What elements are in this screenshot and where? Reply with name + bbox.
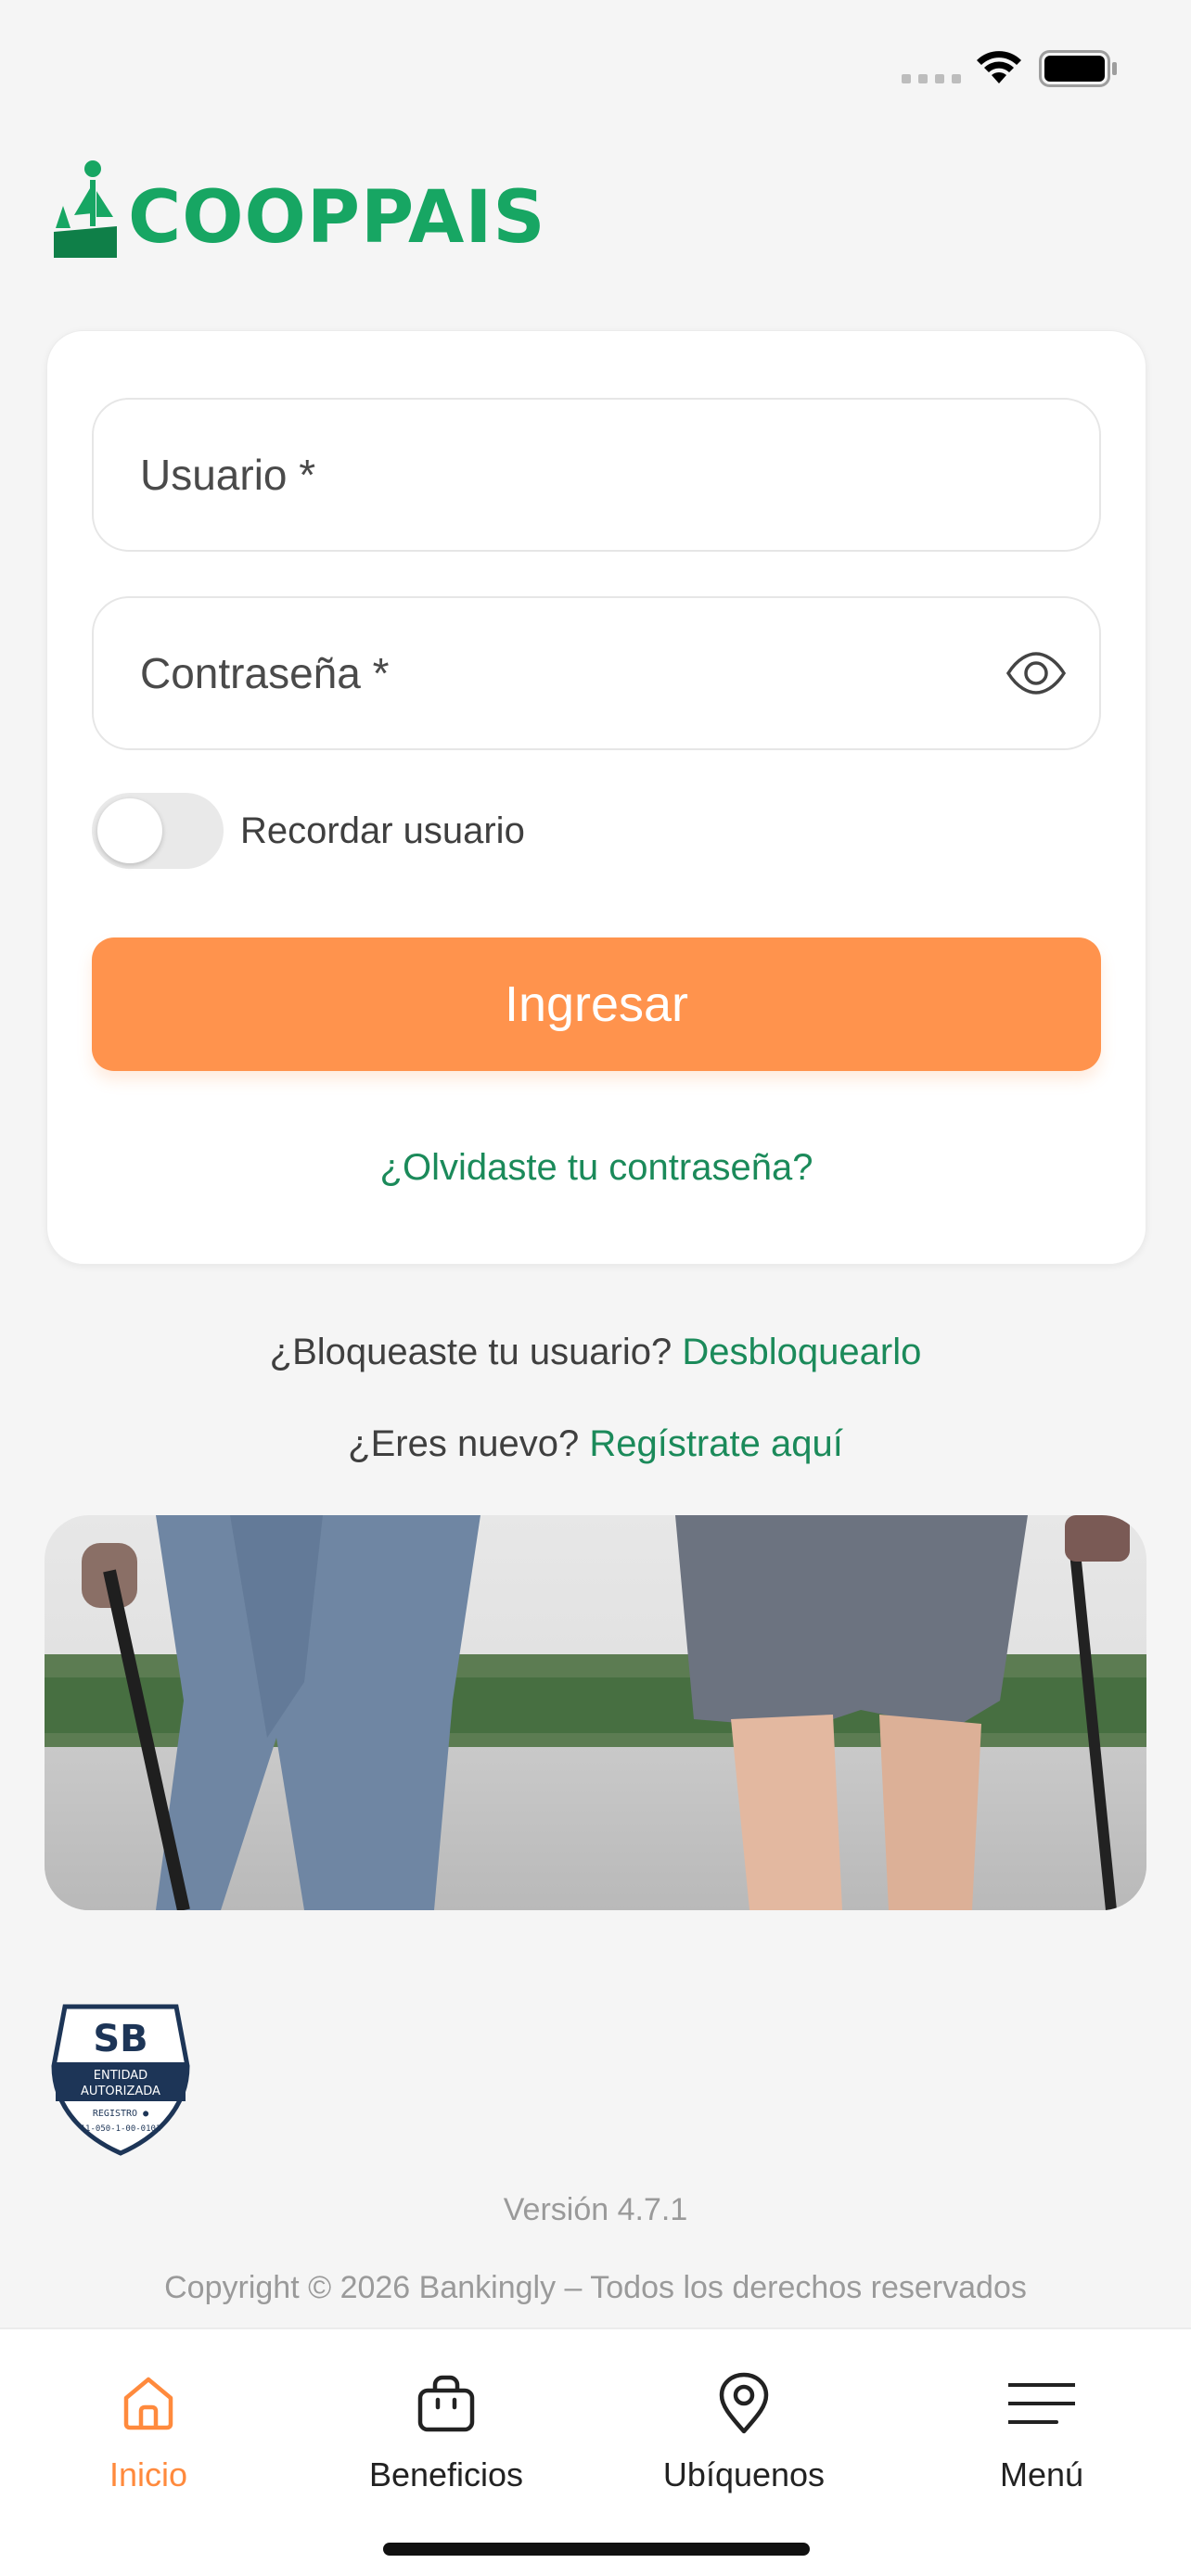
nav-label-beneficios: Beneficios: [368, 2455, 524, 2493]
remember-user-toggle[interactable]: [92, 793, 224, 869]
status-bar: [0, 0, 1191, 139]
login-button[interactable]: Ingresar: [92, 937, 1101, 1071]
remember-user-label: Recordar usuario: [240, 810, 525, 851]
nav-label-ubiquenos: Ubíquenos: [662, 2455, 826, 2493]
badge-line2: AUTORIZADA: [81, 2085, 160, 2098]
brand-logo: COOPPAIS: [54, 159, 546, 260]
nav-label-inicio: Inicio: [109, 2455, 188, 2493]
bottom-navigation: Inicio Beneficios Ubíquenos Menú: [0, 2327, 1191, 2576]
home-icon: [123, 2377, 173, 2430]
remember-user-row: Recordar usuario: [92, 793, 525, 869]
password-label: Contraseña *: [140, 649, 390, 697]
brand-name: COOPPAIS: [128, 176, 546, 260]
bag-icon: [417, 2375, 475, 2432]
sb-authorized-entity-badge: SB ENTIDAD AUTORIZADA REGISTRO ● 11-050-…: [51, 2004, 190, 2156]
badge-title: SB: [93, 2018, 147, 2060]
unlock-user-row: ¿Bloqueaste tu usuario? Desbloquearlo: [0, 1332, 1191, 1373]
password-field[interactable]: Contraseña *: [92, 596, 1101, 750]
badge-line4: 11-050-1-00-0101: [81, 2124, 161, 2134]
username-label: Usuario *: [140, 451, 316, 499]
register-prompt: ¿Eres nuevo?: [348, 1423, 580, 1464]
username-field[interactable]: Usuario *: [92, 398, 1101, 552]
nav-item-inicio[interactable]: Inicio: [0, 2370, 297, 2494]
location-pin-icon: [719, 2372, 769, 2434]
nav-item-beneficios[interactable]: Beneficios: [298, 2370, 595, 2494]
register-row: ¿Eres nuevo? Regístrate aquí: [0, 1423, 1191, 1465]
nav-label-menu: Menú: [999, 2455, 1084, 2493]
nav-item-menu[interactable]: Menú: [893, 2370, 1190, 2494]
login-screen: COOPPAIS Usuario * Contraseña * Recordar…: [0, 0, 1191, 2576]
unlock-link[interactable]: Desbloquearlo: [682, 1332, 921, 1372]
show-password-eye-icon[interactable]: [1005, 651, 1068, 695]
nav-item-ubiquenos[interactable]: Ubíquenos: [596, 2370, 892, 2494]
promo-banner-image[interactable]: [45, 1515, 1146, 1910]
login-card: Usuario * Contraseña * Recordar usuario …: [46, 330, 1146, 1265]
unlock-prompt: ¿Bloqueaste tu usuario?: [269, 1332, 672, 1372]
wifi-icon: [977, 51, 1021, 83]
app-version: Versión 4.7.1: [503, 2192, 688, 2227]
copyright-notice: Copyright © 2026 Bankingly – Todos los d…: [164, 2270, 1027, 2305]
toggle-knob: [97, 798, 162, 863]
forgot-password-link[interactable]: ¿Olvidaste tu contraseña?: [47, 1147, 1146, 1189]
hamburger-menu-icon: [1008, 2383, 1075, 2424]
battery-icon: [1039, 50, 1117, 87]
logo-mark-icon: [54, 160, 117, 258]
register-link[interactable]: Regístrate aquí: [589, 1423, 843, 1464]
home-indicator[interactable]: [383, 2543, 810, 2556]
signal-icon: [902, 74, 961, 83]
badge-line1: ENTIDAD: [94, 2069, 147, 2083]
badge-line3: REGISTRO ●: [93, 2109, 148, 2119]
